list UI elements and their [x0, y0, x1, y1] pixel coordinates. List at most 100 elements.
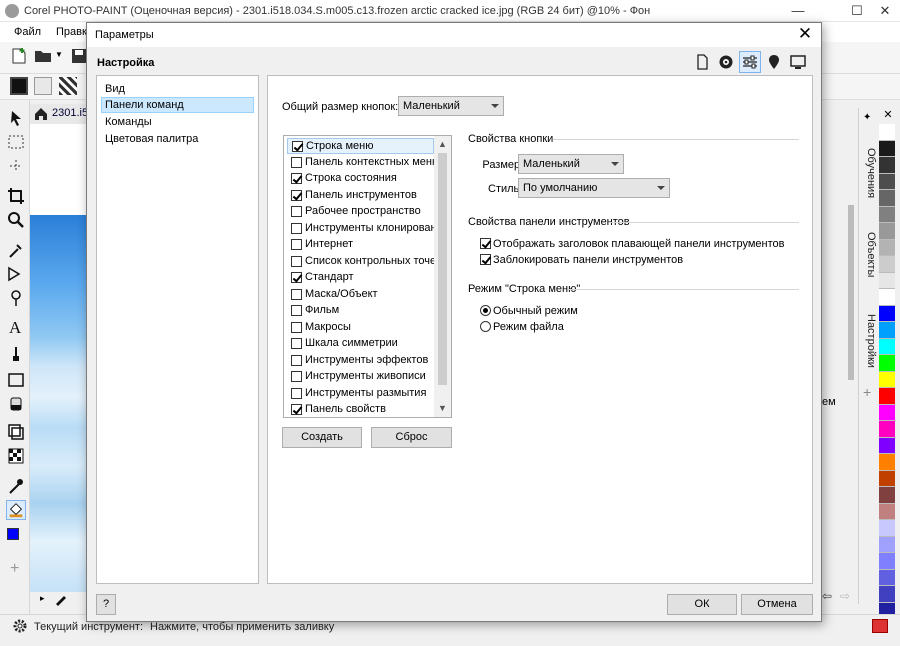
global-category-icon[interactable] [715, 51, 737, 73]
file-mode-radio[interactable] [480, 321, 491, 332]
crop-tool-icon[interactable] [6, 186, 26, 206]
docker-tab-settings[interactable]: Настройки [861, 314, 877, 368]
palette-swatch[interactable] [879, 586, 895, 603]
palette-swatch[interactable] [879, 140, 895, 157]
toolbar-checkbox[interactable] [291, 338, 302, 349]
toolbar-list-item[interactable]: Интернет [287, 237, 434, 253]
add-tool-icon[interactable]: + [10, 560, 19, 578]
color-swatches-icon[interactable] [7, 528, 25, 546]
palette-swatch[interactable] [879, 553, 895, 570]
toolbar-list-item[interactable]: Инструменты размытия [287, 386, 434, 402]
image-canvas[interactable] [30, 215, 86, 595]
palette-swatch[interactable] [879, 173, 895, 190]
toolbar-list-item[interactable]: Шкала симметрии [287, 336, 434, 352]
mask-transform-icon[interactable] [6, 156, 26, 176]
color-profile-icon[interactable] [872, 619, 888, 633]
toolbar-list-item[interactable]: Макросы [287, 320, 434, 336]
rectangle-tool-icon[interactable] [6, 370, 26, 390]
mode-pattern-icon[interactable] [59, 77, 77, 95]
normal-mode-radio[interactable] [480, 305, 491, 316]
palette-swatch[interactable] [879, 190, 895, 207]
palette-swatch[interactable] [879, 338, 895, 355]
red-eye-tool-icon[interactable] [6, 264, 26, 284]
open-folder-icon[interactable] [34, 47, 52, 65]
palette-swatch[interactable] [879, 239, 895, 256]
palette-swatch[interactable] [879, 371, 895, 388]
toolbar-checkbox[interactable] [292, 141, 303, 152]
toolbar-checkbox[interactable] [291, 272, 302, 283]
palette-swatch[interactable] [879, 355, 895, 372]
toolbar-list-item[interactable]: Панель контекстных меню [287, 155, 440, 171]
button-size-dropdown[interactable]: Маленький [398, 96, 504, 116]
toolbar-checkbox[interactable] [291, 189, 302, 201]
show-floating-title-checkbox[interactable] [480, 238, 491, 249]
scroll-up-icon[interactable]: ▲ [434, 136, 451, 153]
toolbar-list-item[interactable]: Строка состояния [287, 171, 434, 187]
rectangle-mask-icon[interactable] [6, 132, 26, 152]
toolbar-checkbox[interactable] [291, 404, 302, 415]
color-palette[interactable] [879, 124, 895, 636]
tree-item-color-palette[interactable]: Цветовая палитра [101, 131, 254, 147]
gear-icon[interactable] [12, 618, 28, 634]
palette-swatch[interactable] [879, 322, 895, 339]
pick-tool-icon[interactable] [6, 108, 26, 128]
tools-category-icon[interactable] [763, 51, 785, 73]
tree-item-view[interactable]: Вид [101, 81, 254, 97]
mode-additive-icon[interactable] [34, 77, 52, 95]
toolbar-checkbox[interactable] [291, 305, 302, 316]
palette-swatch[interactable] [879, 520, 895, 537]
scroll-down-icon[interactable]: ▼ [434, 400, 451, 417]
palette-swatch[interactable] [879, 272, 895, 289]
add-docker-icon[interactable]: + [863, 384, 871, 400]
toolbar-checkbox[interactable] [291, 321, 302, 333]
toolbar-checkbox[interactable] [291, 255, 302, 267]
palette-swatch[interactable] [879, 470, 895, 487]
docker-back-icon[interactable]: ⇦ [822, 589, 832, 603]
dialog-close-icon[interactable]: ✕ [795, 25, 815, 45]
toolbar-list-item[interactable]: Строка меню [287, 138, 434, 154]
open-dropdown-icon[interactable]: ▼ [55, 50, 63, 59]
docker-tab-objects[interactable]: Объекты [861, 232, 877, 277]
toolbar-list-item[interactable]: Фильм [287, 303, 434, 319]
help-button[interactable]: ? [96, 594, 116, 615]
style-dropdown[interactable]: По умолчанию [518, 178, 670, 198]
customization-category-icon[interactable] [739, 51, 761, 73]
toolbar-list-item[interactable]: Инструменты эффектов [287, 353, 434, 369]
toolbar-checkbox[interactable] [291, 387, 302, 399]
zoom-tool-icon[interactable] [6, 210, 26, 230]
tree-item-command-bars[interactable]: Панели команд [101, 97, 254, 113]
color-eyedropper-icon[interactable] [6, 476, 26, 496]
canvas-vertical-scrollbar[interactable] [846, 190, 856, 590]
palette-swatch[interactable] [879, 404, 895, 421]
menu-file[interactable]: Файл [14, 26, 41, 38]
docker-tab-learning[interactable]: Обучения [861, 148, 877, 198]
palette-swatch[interactable] [879, 388, 895, 405]
document-category-icon[interactable] [691, 51, 713, 73]
toolbar-checkbox[interactable] [291, 239, 302, 250]
mode-normal-icon[interactable] [10, 77, 28, 95]
ok-button[interactable]: ОК [667, 594, 737, 615]
pin-icon[interactable]: ✦ [863, 112, 871, 123]
palette-swatch[interactable] [879, 487, 895, 504]
toolbar-checkbox[interactable] [291, 288, 302, 300]
workspace-category-icon[interactable] [787, 51, 809, 73]
palette-swatch[interactable] [879, 289, 895, 306]
toolbar-list-item[interactable]: Стандарт [287, 270, 434, 286]
toolbar-list-item[interactable]: Панель свойств [287, 402, 434, 418]
size-dropdown[interactable]: Маленький [518, 154, 624, 174]
pen-icon[interactable] [54, 592, 68, 606]
close-app-icon[interactable]: ✕ [870, 0, 900, 22]
toolbar-checkbox[interactable] [291, 156, 302, 168]
toolbar-list-item[interactable]: Маска/Объект [287, 287, 434, 303]
toolbar-list-item[interactable]: Рабочее пространство [287, 204, 434, 220]
home-icon[interactable] [33, 106, 49, 122]
toolbar-checkbox[interactable] [291, 173, 302, 184]
palette-swatch[interactable] [879, 536, 895, 553]
nav-right-icon[interactable]: ▸ [40, 593, 45, 604]
toolbar-list-item[interactable]: Панель инструментов [287, 188, 434, 204]
cancel-button[interactable]: Отмена [741, 594, 813, 615]
palette-swatch[interactable] [879, 124, 895, 141]
palette-swatch[interactable] [879, 454, 895, 471]
toolbar-checkbox[interactable] [291, 222, 302, 234]
palette-pin-icon[interactable]: ✕ [880, 108, 896, 124]
